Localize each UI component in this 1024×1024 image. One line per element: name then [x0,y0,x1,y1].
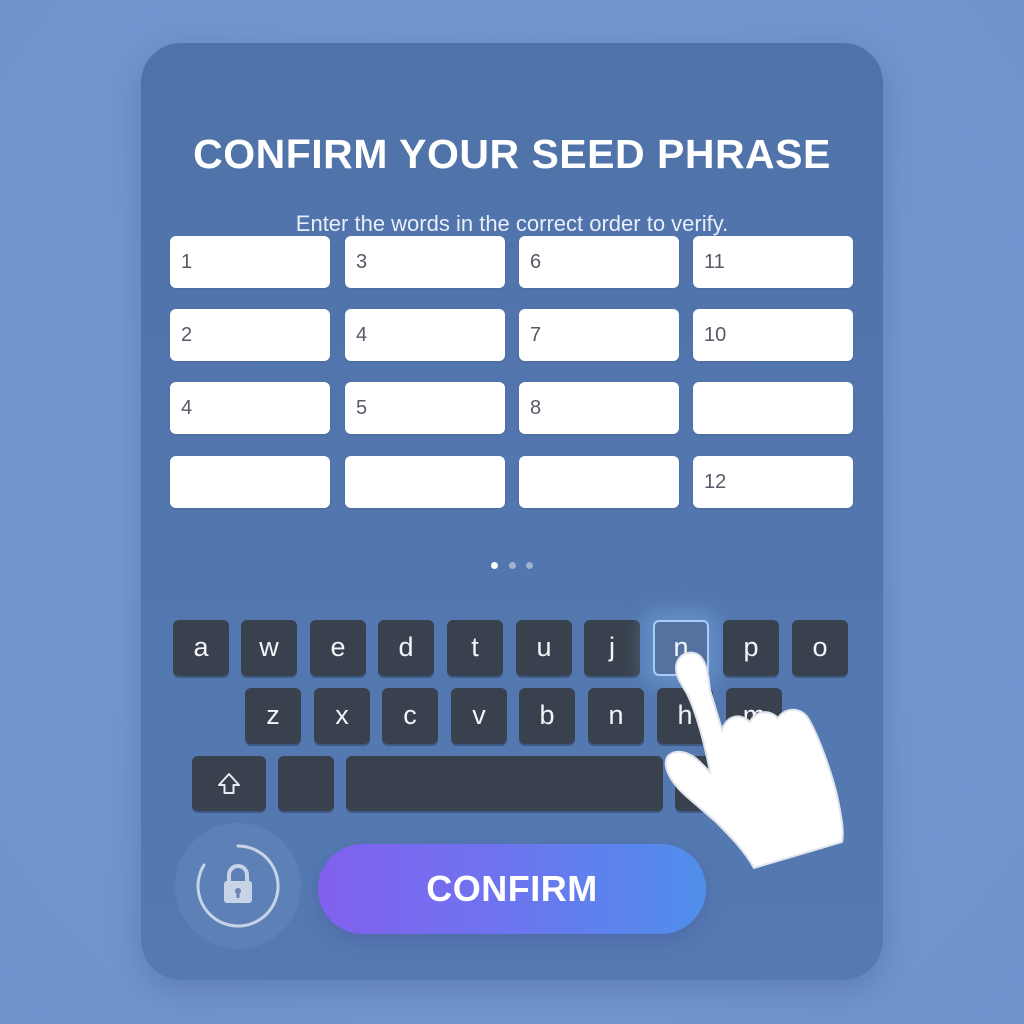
seed-word-slot[interactable] [519,456,679,508]
page-subtitle: Enter the words in the correct order to … [295,211,729,236]
lock-icon [196,844,280,928]
key-z[interactable]: z [245,688,301,744]
page-title: CONFIRM YOUR SEED PHRASE [193,131,831,177]
key-b[interactable]: b [519,688,575,744]
key-n-highlighted[interactable]: n [653,620,709,676]
seed-word-slot[interactable]: 5 [345,382,505,434]
seed-word-slot[interactable] [345,456,505,508]
key-w[interactable]: w [241,620,297,676]
pagination-dot-active[interactable] [491,562,499,569]
shift-arrow-icon [218,773,240,794]
key-v[interactable]: v [451,688,507,744]
confirm-button[interactable]: CONFIRM [318,844,706,934]
seed-word-slot[interactable] [693,382,853,434]
seed-word-slot[interactable]: 4 [345,309,505,361]
pagination-dots [141,562,883,570]
lock-button[interactable] [175,823,301,949]
seed-confirm-card: CONFIRM YOUR SEED PHRASE Enter the words… [141,43,883,980]
seed-word-slot[interactable]: 10 [693,309,853,361]
pagination-dot[interactable] [525,562,533,569]
key-t[interactable]: t [447,620,503,676]
key-h[interactable]: h [657,688,713,744]
seed-word-slot[interactable]: 2 [170,309,330,361]
seed-word-slot[interactable]: 8 [519,382,679,434]
key-o[interactable]: o [792,620,848,676]
key-m[interactable]: m [726,688,782,744]
space-bar[interactable] [346,756,663,811]
key-n[interactable]: n [588,688,644,744]
symbols-key[interactable] [278,756,334,811]
key-a[interactable]: a [173,620,229,676]
key-x[interactable]: x [314,688,370,744]
seed-word-slot[interactable]: 11 [693,236,853,288]
seed-word-slot[interactable]: 7 [519,309,679,361]
pagination-dot[interactable] [508,562,516,569]
seed-word-slot[interactable]: 1 [170,236,330,288]
seed-word-slot[interactable]: 4 [170,382,330,434]
shift-key[interactable] [192,756,266,811]
key-p[interactable]: p [723,620,779,676]
key-c[interactable]: c [382,688,438,744]
key-u[interactable]: u [516,620,572,676]
seed-word-slot[interactable] [170,456,330,508]
key-e[interactable]: e [310,620,366,676]
return-key[interactable] [675,756,755,811]
seed-word-slot[interactable]: 6 [519,236,679,288]
key-j[interactable]: j [584,620,640,676]
seed-word-slot[interactable]: 3 [345,236,505,288]
seed-word-slot[interactable]: 12 [693,456,853,508]
key-d[interactable]: d [378,620,434,676]
